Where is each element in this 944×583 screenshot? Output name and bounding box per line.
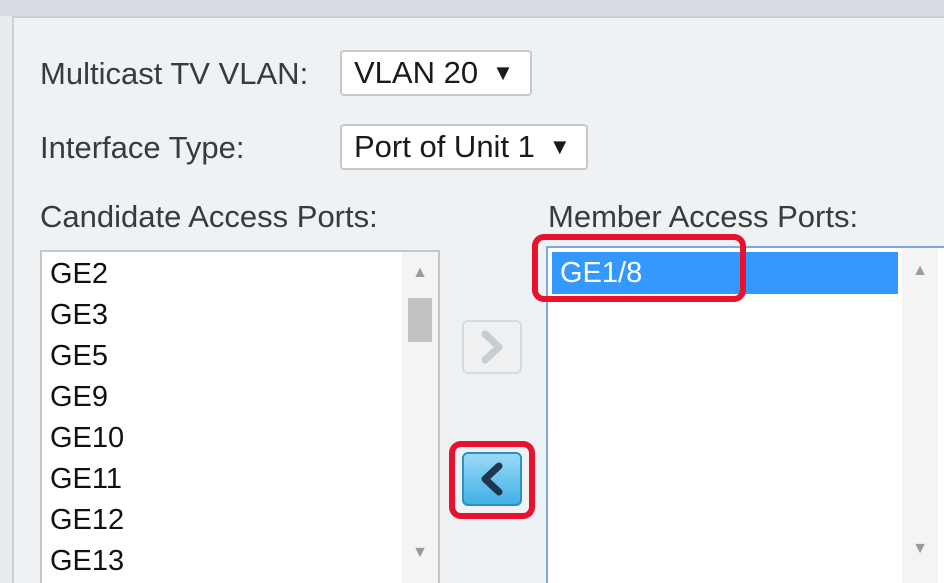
add-button[interactable]	[462, 320, 522, 374]
chevron-right-icon	[481, 330, 503, 364]
remove-button[interactable]	[462, 452, 522, 506]
interface-type-select[interactable]: Port of Unit 1 ▼	[340, 124, 588, 170]
scroll-up-icon[interactable]: ▲	[902, 262, 938, 280]
list-item[interactable]: GE13	[50, 541, 124, 582]
page: Multicast TV VLAN: VLAN 20 ▼ Interface T…	[0, 0, 944, 583]
member-scrollbar[interactable]: ▲ ▼	[902, 248, 938, 583]
highlight-member-item	[532, 234, 746, 302]
list-item[interactable]: GE11	[50, 459, 122, 500]
scroll-thumb[interactable]	[408, 298, 432, 342]
scroll-down-icon[interactable]: ▼	[902, 540, 938, 558]
top-edge	[0, 0, 944, 16]
scroll-up-icon[interactable]: ▲	[402, 264, 438, 282]
list-item[interactable]: GE9	[50, 377, 108, 418]
chevron-down-icon: ▼	[492, 60, 514, 85]
interface-type-value: Port of Unit 1	[354, 129, 535, 164]
scroll-down-icon[interactable]: ▼	[402, 544, 438, 562]
list-item[interactable]: GE3	[50, 295, 108, 336]
interface-type-label: Interface Type:	[40, 130, 245, 165]
member-ports-label: Member Access Ports:	[548, 199, 859, 234]
list-item[interactable]: GE12	[50, 500, 124, 541]
vlan-label: Multicast TV VLAN:	[40, 56, 309, 91]
vlan-select-value: VLAN 20	[354, 55, 479, 90]
chevron-down-icon: ▼	[548, 134, 571, 159]
list-item[interactable]: GE2	[50, 254, 108, 295]
vlan-select[interactable]: VLAN 20 ▼	[340, 50, 532, 96]
candidate-ports-list[interactable]: GE2 GE3 GE5 GE9 GE10 GE11 GE12 GE13 ▲ ▼	[40, 250, 440, 583]
candidate-ports-label: Candidate Access Ports:	[40, 199, 378, 234]
list-item[interactable]: GE10	[50, 418, 124, 459]
candidate-scrollbar[interactable]: ▲ ▼	[402, 252, 438, 583]
chevron-left-icon	[481, 462, 503, 496]
list-item[interactable]: GE5	[50, 336, 108, 377]
